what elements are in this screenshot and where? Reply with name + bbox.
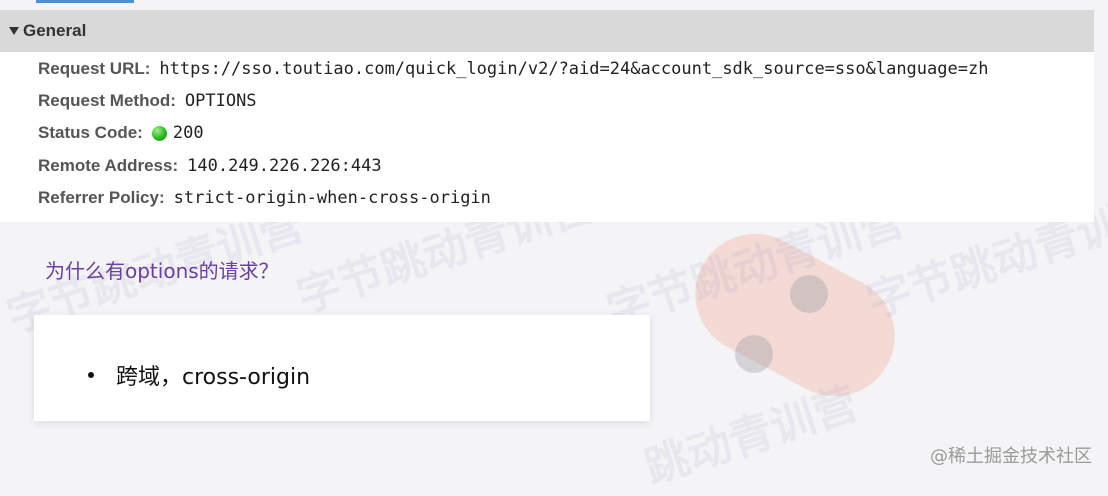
answer-card: 跨域，cross-origin: [34, 315, 650, 421]
status-code-row: Status Code: 200: [38, 121, 204, 145]
remote-address-row: Remote Address: 140.249.226.226:443: [38, 154, 382, 178]
request-url-label: Request URL:: [38, 59, 151, 78]
status-code-value[interactable]: 200: [173, 123, 204, 143]
background-skateboard-illustration: [674, 212, 916, 418]
list-item-text: 跨域，cross-origin: [116, 365, 311, 390]
referrer-policy-value[interactable]: strict-origin-when-cross-origin: [174, 188, 491, 208]
request-method-label: Request Method:: [38, 91, 176, 110]
remote-address-value[interactable]: 140.249.226.226:443: [187, 156, 381, 176]
request-url-value[interactable]: https://sso.toutiao.com/quick_login/v2/?…: [159, 59, 988, 79]
active-tab-indicator: [36, 0, 134, 3]
general-panel: General Request URL: https://sso.toutiao…: [0, 10, 1094, 222]
question-heading: 为什么有options的请求？: [45, 259, 279, 283]
request-method-row: Request Method: OPTIONS: [38, 89, 257, 113]
bullet-icon: [88, 372, 94, 378]
remote-address-label: Remote Address:: [38, 156, 179, 175]
referrer-policy-row: Referrer Policy: strict-origin-when-cros…: [38, 186, 491, 210]
status-code-label: Status Code:: [38, 123, 143, 142]
brand-watermark: @稀土掘金技术社区: [930, 446, 1092, 467]
request-method-value[interactable]: OPTIONS: [185, 91, 257, 111]
background-wheel-shape: [790, 275, 828, 313]
general-section-header[interactable]: General: [0, 10, 1094, 52]
general-section-title: General: [23, 21, 87, 40]
expand-triangle-icon[interactable]: [9, 27, 19, 35]
referrer-policy-label: Referrer Policy:: [38, 188, 165, 207]
status-ok-icon: [151, 125, 167, 141]
list-item: 跨域，cross-origin: [88, 359, 310, 391]
background-wheel-shape: [735, 335, 773, 373]
request-url-row: Request URL: https://sso.toutiao.com/qui…: [38, 57, 988, 81]
